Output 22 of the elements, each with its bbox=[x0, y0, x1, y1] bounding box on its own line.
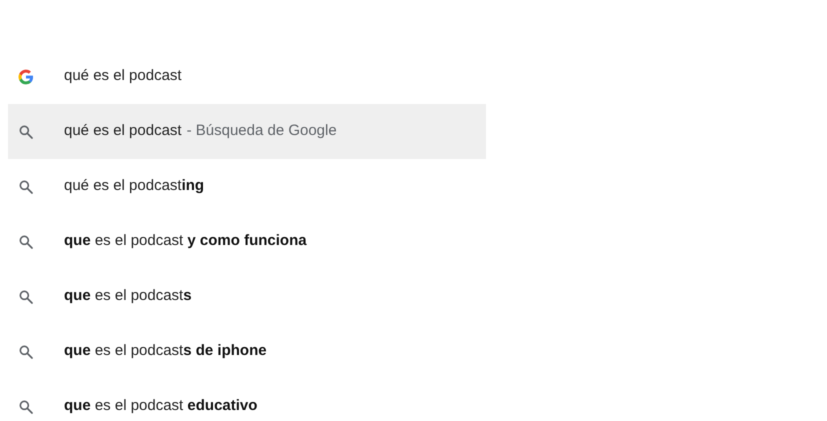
suggestion-item[interactable]: qué es el podcast - Búsqueda de Google bbox=[8, 104, 486, 159]
suggestion-text: qué es el podcast bbox=[64, 66, 182, 86]
suggestion-text: qué es el podcast bbox=[64, 121, 182, 142]
suggestion-text: qué es el podcasting bbox=[64, 176, 204, 196]
suggestion-text: que es el podcast educativo bbox=[64, 396, 258, 416]
search-icon bbox=[18, 398, 34, 414]
suggestion-item[interactable]: qué es el podcast bbox=[8, 49, 486, 104]
suggestion-item[interactable]: qué es el podcasting bbox=[8, 159, 486, 214]
search-icon bbox=[18, 344, 34, 360]
google-logo-icon bbox=[18, 68, 34, 84]
search-icon bbox=[18, 234, 34, 250]
suggestion-item[interactable]: que es el podcast educativo bbox=[8, 379, 486, 421]
suggestion-item[interactable]: que es el podcasts de iphone bbox=[8, 324, 486, 379]
suggestion-text: que es el podcasts bbox=[64, 286, 192, 306]
search-icon bbox=[18, 178, 34, 194]
suggestion-item[interactable]: que es el podcasts bbox=[8, 269, 486, 324]
suggestion-text: que es el podcasts de iphone bbox=[64, 341, 267, 362]
suggestion-source: - Búsqueda de Google bbox=[186, 121, 337, 142]
suggestion-text: que es el podcast y como funciona bbox=[64, 231, 307, 252]
search-icon bbox=[18, 124, 34, 140]
search-icon bbox=[18, 288, 34, 304]
suggestion-item[interactable]: que es el podcast y como funciona bbox=[8, 214, 486, 269]
